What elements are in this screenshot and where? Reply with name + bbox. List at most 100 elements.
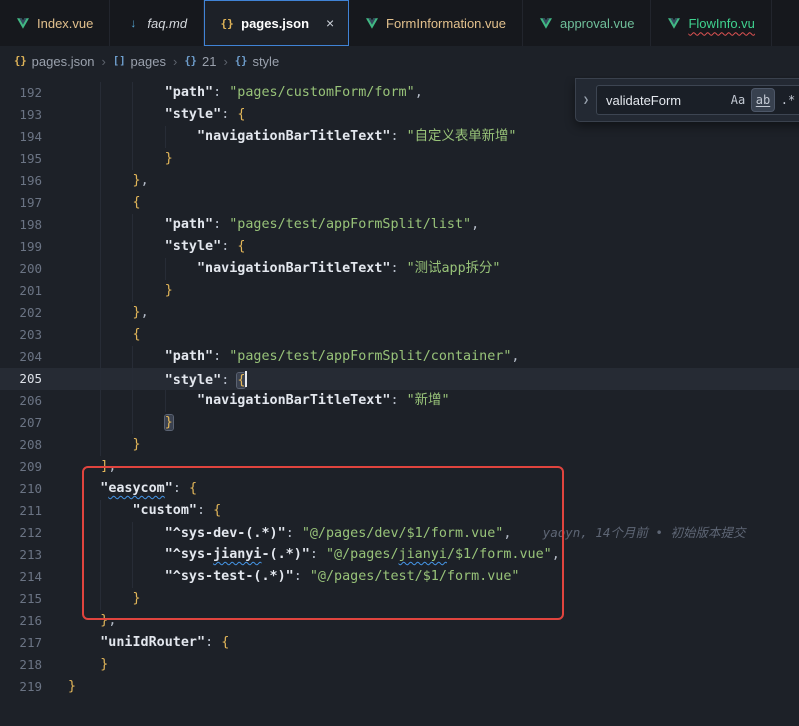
indent-guide xyxy=(100,170,101,192)
code-line[interactable]: 205 "style": { xyxy=(0,368,799,390)
line-number: 214 xyxy=(0,566,42,588)
code-line[interactable]: 197 { xyxy=(0,192,799,214)
vue-icon xyxy=(365,16,379,30)
indent-guide xyxy=(100,566,101,588)
toggle-replace-button[interactable]: ❯ xyxy=(579,95,593,106)
tab-faq.md[interactable]: ↓faq.md xyxy=(110,0,204,46)
line-number: 197 xyxy=(0,192,42,214)
tab-pages.json[interactable]: {} pages.json × xyxy=(204,0,349,46)
indent-guide xyxy=(100,302,101,324)
code-line[interactable]: 206 "navigationBarTitleText": "新增" xyxy=(0,390,799,412)
code-line[interactable]: 219} xyxy=(0,676,799,698)
line-number: 202 xyxy=(0,302,42,324)
tab-approval.vue[interactable]: approval.vue xyxy=(523,0,651,46)
code-line[interactable]: 194 "navigationBarTitleText": "自定义表单新增" xyxy=(0,126,799,148)
line-number: 218 xyxy=(0,654,42,676)
code-line[interactable]: 210 "easycom": { xyxy=(0,478,799,500)
object-symbol-icon: {} xyxy=(235,55,248,67)
breadcrumb-label: 21 xyxy=(202,54,216,69)
match-case-button[interactable]: Aa xyxy=(727,89,749,111)
code-line[interactable]: 214 "^sys-test-(.*)": "@/pages/test/$1/f… xyxy=(0,566,799,588)
indent-guide xyxy=(100,258,101,280)
text-cursor xyxy=(245,371,247,387)
breadcrumb-item-pages[interactable]: []pages xyxy=(113,54,166,69)
line-number: 195 xyxy=(0,148,42,170)
code-line[interactable]: 198 "path": "pages/test/appFormSplit/lis… xyxy=(0,214,799,236)
indent-guide xyxy=(100,368,101,390)
code-line[interactable]: 211 "custom": { xyxy=(0,500,799,522)
tab-Index.vue[interactable]: Index.vue xyxy=(0,0,110,46)
code-line[interactable]: 202 }, xyxy=(0,302,799,324)
vscode-window: Index.vue↓faq.md{}pages.json×FormInforma… xyxy=(0,0,799,726)
breadcrumb-label: pages.json xyxy=(32,54,95,69)
breadcrumb-label: style xyxy=(252,54,279,69)
find-input[interactable] xyxy=(606,93,723,108)
code-line[interactable]: 208 } xyxy=(0,434,799,456)
code-line[interactable]: 195 } xyxy=(0,148,799,170)
indent-guide xyxy=(132,236,133,258)
indent-guide xyxy=(132,126,133,148)
indent-guide xyxy=(132,104,133,126)
find-box: Aaab.* xyxy=(596,85,799,115)
indent-guide xyxy=(132,214,133,236)
whole-word-button[interactable]: ab xyxy=(752,89,774,111)
line-number: 210 xyxy=(0,478,42,500)
vue-icon xyxy=(539,16,553,30)
code-line[interactable]: 207 } xyxy=(0,412,799,434)
code-line[interactable]: 215 } xyxy=(0,588,799,610)
code-line[interactable]: 203 { xyxy=(0,324,799,346)
code-line[interactable]: 212 "^sys-dev-(.*)": "@/pages/dev/$1/for… xyxy=(0,522,799,544)
line-number: 194 xyxy=(0,126,42,148)
line-number: 206 xyxy=(0,390,42,412)
indent-guide xyxy=(100,214,101,236)
indent-guide xyxy=(100,500,101,522)
indent-guide xyxy=(132,148,133,170)
tab-label: FormInformation.vue xyxy=(386,16,506,31)
breadcrumb-item-style[interactable]: {} style xyxy=(235,54,279,69)
tab-FormInformation.vue[interactable]: FormInformation.vue xyxy=(349,0,523,46)
code-line[interactable]: 200 "navigationBarTitleText": "测试app拆分" xyxy=(0,258,799,280)
line-number: 216 xyxy=(0,610,42,632)
breadcrumb-item-pages.json[interactable]: {}pages.json xyxy=(14,54,95,69)
tab-FlowInfo.vu[interactable]: FlowInfo.vu xyxy=(651,0,771,46)
markdown-icon: ↓ xyxy=(126,16,140,30)
code-line[interactable]: 213 "^sys-jianyi-(.*)": "@/pages/jianyi/… xyxy=(0,544,799,566)
indent-guide xyxy=(132,280,133,302)
line-number: 215 xyxy=(0,588,42,610)
breadcrumb: {}pages.json›[]pages›{}21›{}style xyxy=(0,46,799,76)
find-widget: ❯ Aaab.* xyxy=(575,78,799,122)
code-line[interactable]: 196 }, xyxy=(0,170,799,192)
indent-guide xyxy=(100,346,101,368)
line-number: 199 xyxy=(0,236,42,258)
code-line[interactable]: 209 ], xyxy=(0,456,799,478)
close-icon[interactable]: × xyxy=(320,13,340,33)
code-line[interactable]: 217 "uniIdRouter": { xyxy=(0,632,799,654)
line-number: 213 xyxy=(0,544,42,566)
line-number: 219 xyxy=(0,676,42,698)
object-symbol-icon: {} xyxy=(184,55,197,67)
code-line[interactable]: 201 } xyxy=(0,280,799,302)
editor: 192 "path": "pages/customForm/form",193 … xyxy=(0,76,799,726)
line-number: 201 xyxy=(0,280,42,302)
code-line[interactable]: 204 "path": "pages/test/appFormSplit/con… xyxy=(0,346,799,368)
json-icon: {} xyxy=(220,16,234,30)
tab-label: FlowInfo.vu xyxy=(688,16,754,31)
indent-guide xyxy=(132,566,133,588)
find-buttons: Aaab.* xyxy=(727,89,799,111)
line-number: 204 xyxy=(0,346,42,368)
line-number: 198 xyxy=(0,214,42,236)
tab-bar: Index.vue↓faq.md {} pages.json × FormInforma… xyxy=(0,0,799,46)
code-line[interactable]: 218 } xyxy=(0,654,799,676)
breadcrumb-item-21[interactable]: {} 21 xyxy=(184,54,216,69)
code-line[interactable]: 216 }, xyxy=(0,610,799,632)
tab-label: approval.vue xyxy=(560,16,634,31)
indent-guide xyxy=(165,126,166,148)
code-line[interactable]: 199 "style": { xyxy=(0,236,799,258)
tab-label: pages.json xyxy=(241,16,309,31)
regex-button[interactable]: .* xyxy=(777,89,799,111)
indent-guide xyxy=(100,148,101,170)
line-number: 196 xyxy=(0,170,42,192)
indent-guide xyxy=(132,258,133,280)
indent-guide xyxy=(132,346,133,368)
line-number: 203 xyxy=(0,324,42,346)
